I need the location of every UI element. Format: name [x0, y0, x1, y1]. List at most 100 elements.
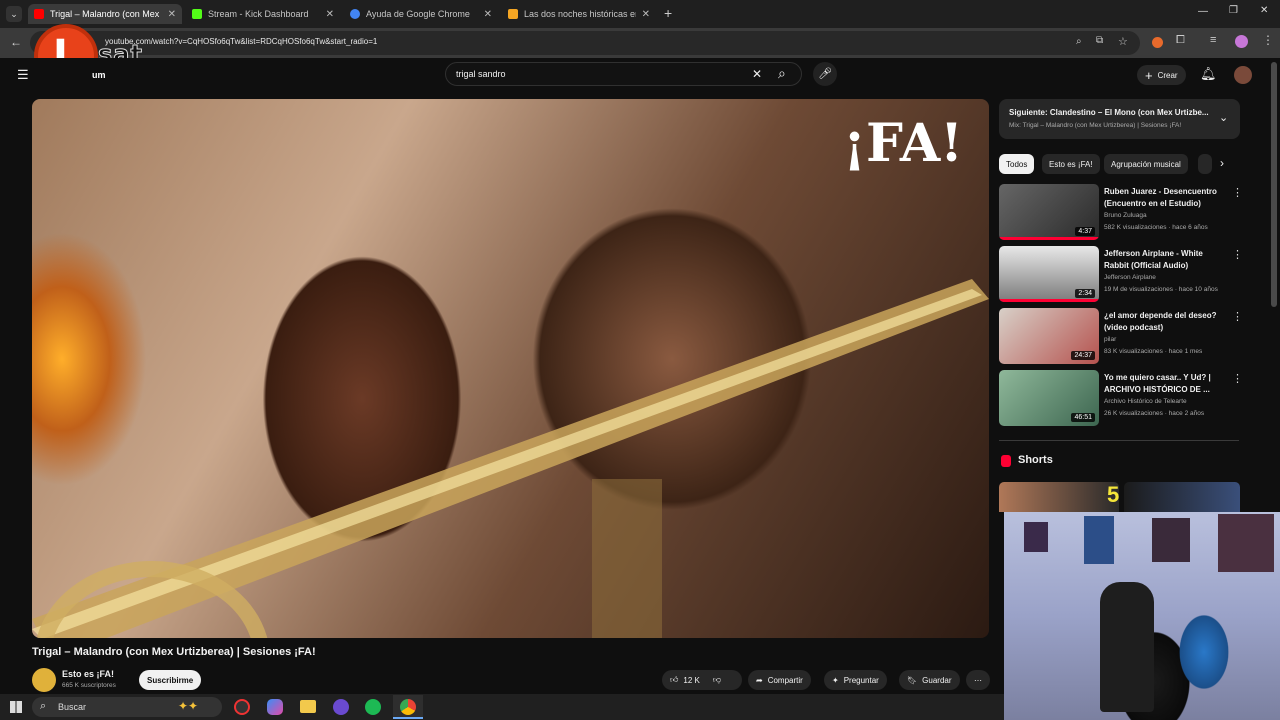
- dislike-button[interactable]: 👎︎: [713, 675, 721, 685]
- close-icon[interactable]: ✕: [484, 9, 492, 20]
- tab-chrome-help[interactable]: Ayuda de Google Chrome ✕: [344, 4, 498, 24]
- plus-icon: +: [1145, 67, 1153, 83]
- short-thumbnail[interactable]: 5: [999, 482, 1119, 512]
- hamburger-menu-icon[interactable]: ☰: [17, 67, 29, 83]
- restore-window-button[interactable]: ❐: [1229, 5, 1238, 16]
- channel-watermark-logo: ¡FA!: [843, 113, 963, 174]
- chevron-down-icon[interactable]: ⌄: [1219, 111, 1228, 124]
- new-tab-button[interactable]: +: [664, 5, 672, 21]
- more-options-icon[interactable]: ⋮: [1232, 248, 1243, 261]
- search-icon[interactable]: ⌕: [778, 65, 786, 82]
- ask-label: Preguntar: [843, 675, 879, 685]
- voice-search-microphone-icon[interactable]: 🎤︎: [813, 62, 837, 86]
- account-avatar[interactable]: [1234, 66, 1252, 84]
- recommendation-item[interactable]: 4:37 Ruben Juarez - Desencuentro (Encuen…: [999, 184, 1249, 242]
- thumbs-up-icon: 👍︎: [670, 675, 679, 684]
- recommendation-item[interactable]: 46:51 Yo me quiero casar.. Y Ud? | ARCHI…: [999, 370, 1249, 428]
- up-next-panel[interactable]: Siguiente: Clandestino – El Mono (con Me…: [999, 99, 1240, 139]
- video-thumbnail[interactable]: 46:51: [999, 370, 1099, 426]
- close-icon[interactable]: ✕: [642, 9, 650, 20]
- video-thumbnail[interactable]: 2:34: [999, 246, 1099, 302]
- tab-search-button[interactable]: ⌄: [6, 6, 22, 22]
- taskbar-app-icon[interactable]: [333, 699, 349, 715]
- url-text[interactable]: youtube.com/watch?v=CqHOSfo6qTw&list=RDC…: [105, 37, 377, 46]
- recommendation-item[interactable]: 24:37 ¿el amor depende del deseo? (video…: [999, 308, 1249, 366]
- divider: [999, 440, 1239, 441]
- tab-kick-dashboard[interactable]: Stream - Kick Dashboard ✕: [186, 4, 340, 24]
- browser-menu-icon[interactable]: ⋮: [1262, 33, 1274, 47]
- close-icon[interactable]: ✕: [326, 9, 334, 20]
- video-title[interactable]: ¿el amor depende del deseo? (video podca…: [1104, 310, 1229, 334]
- more-actions-button[interactable]: ⋯: [966, 670, 990, 690]
- clear-search-icon[interactable]: ✕: [752, 67, 762, 81]
- zoom-icon[interactable]: ⌕: [1076, 36, 1082, 47]
- copilot-icon[interactable]: [267, 699, 283, 715]
- channel-name[interactable]: Bruno Zuluaga: [1104, 210, 1239, 222]
- extensions-puzzle-icon[interactable]: ⧠: [1176, 34, 1185, 47]
- chevron-right-icon[interactable]: ›: [1220, 156, 1224, 170]
- tab-label: Ayuda de Google Chrome: [366, 9, 470, 19]
- tab-youtube[interactable]: Trigal – Malandro (con Mex ✕: [28, 4, 182, 24]
- chip-channel[interactable]: Esto es ¡FA!: [1042, 154, 1100, 174]
- wall-poster: [1152, 518, 1190, 562]
- subscribe-button[interactable]: Suscribirme: [139, 670, 202, 690]
- youtube-brand[interactable]: um: [92, 70, 106, 80]
- video-player[interactable]: ¡FA!: [32, 99, 989, 638]
- save-label: Guardar: [922, 675, 952, 685]
- address-bar[interactable]: youtube.com/watch?v=CqHOSfo6qTw&list=RDC…: [30, 31, 1140, 55]
- search-input-value[interactable]: trigal sandro: [456, 69, 506, 79]
- youtube-favicon-icon: [34, 9, 44, 19]
- video-meta: 83 K visualizaciones · hace 1 mes: [1104, 348, 1203, 355]
- video-frame-art: [32, 279, 989, 638]
- video-title[interactable]: Yo me quiero casar.. Y Ud? | ARCHIVO HIS…: [1104, 372, 1229, 396]
- video-title[interactable]: Ruben Juarez - Desencuentro (Encuentro e…: [1104, 186, 1229, 210]
- page-scrollbar[interactable]: [1271, 62, 1277, 307]
- chip-partial[interactable]: [1198, 154, 1212, 174]
- kick-favicon-icon: [192, 9, 202, 19]
- share-button[interactable]: ➦ Compartir: [748, 670, 811, 690]
- tab-news[interactable]: Las dos noches históricas en N ✕: [502, 4, 656, 24]
- search-icon: ⌕: [40, 700, 47, 712]
- channel-name[interactable]: Esto es ¡FA!: [62, 669, 114, 679]
- video-thumbnail[interactable]: 4:37: [999, 184, 1099, 240]
- more-options-icon[interactable]: ⋮: [1232, 186, 1243, 199]
- more-options-icon[interactable]: ⋮: [1232, 372, 1243, 385]
- chip-musical-group[interactable]: Agrupación musical: [1104, 154, 1188, 174]
- channel-name[interactable]: pilar: [1104, 334, 1239, 346]
- notifications-bell-icon[interactable]: 🔔︎: [1200, 66, 1217, 82]
- taskbar-search-input[interactable]: ⌕ Buscar ✦✦: [32, 697, 222, 717]
- file-explorer-icon[interactable]: [300, 700, 316, 713]
- short-thumbnail[interactable]: [1124, 482, 1240, 512]
- video-thumbnail[interactable]: 24:37: [999, 308, 1099, 364]
- bookmark-icon: 🔖︎: [907, 675, 918, 685]
- cast-icon[interactable]: ⧉: [1096, 35, 1103, 46]
- close-window-button[interactable]: ✕: [1260, 5, 1268, 16]
- like-button[interactable]: 👍︎ 12 K 👎︎: [662, 670, 742, 690]
- chip-all[interactable]: Todos: [999, 154, 1035, 174]
- create-button[interactable]: + Crear: [1137, 65, 1186, 85]
- channel-avatar[interactable]: [32, 668, 56, 692]
- close-icon[interactable]: ✕: [168, 9, 176, 20]
- search-input[interactable]: trigal sandro ✕ ⌕: [445, 62, 802, 86]
- windows-start-icon[interactable]: [10, 701, 22, 713]
- bookmark-star-icon[interactable]: ☆: [1118, 35, 1128, 48]
- recommendation-item[interactable]: 2:34 Jefferson Airplane - White Rabbit (…: [999, 246, 1249, 304]
- shorts-heading: Shorts: [1018, 454, 1053, 466]
- back-arrow-icon[interactable]: ←: [10, 35, 22, 49]
- profile-avatar[interactable]: [1235, 35, 1248, 48]
- video-duration: 4:37: [1075, 227, 1095, 236]
- chrome-icon[interactable]: [393, 695, 423, 719]
- minimize-window-button[interactable]: —: [1198, 6, 1208, 17]
- tab-label: Trigal – Malandro (con Mex: [50, 9, 160, 19]
- taskbar-app-icon[interactable]: [234, 699, 250, 715]
- mix-title: Mix: Trigal – Malandro (con Mex Urtizber…: [1009, 122, 1182, 129]
- channel-name[interactable]: Archivo Histórico de Telearte: [1104, 396, 1239, 408]
- extension-icon[interactable]: [1152, 37, 1163, 48]
- channel-name[interactable]: Jefferson Airplane: [1104, 272, 1239, 284]
- media-control-icon[interactable]: ≡: [1210, 34, 1216, 46]
- spotify-icon[interactable]: [365, 699, 381, 715]
- save-button[interactable]: 🔖︎ Guardar: [899, 670, 960, 690]
- more-options-icon[interactable]: ⋮: [1232, 310, 1243, 323]
- video-title[interactable]: Jefferson Airplane - White Rabbit (Offic…: [1104, 248, 1229, 272]
- ask-button[interactable]: ✦ Preguntar: [824, 670, 887, 690]
